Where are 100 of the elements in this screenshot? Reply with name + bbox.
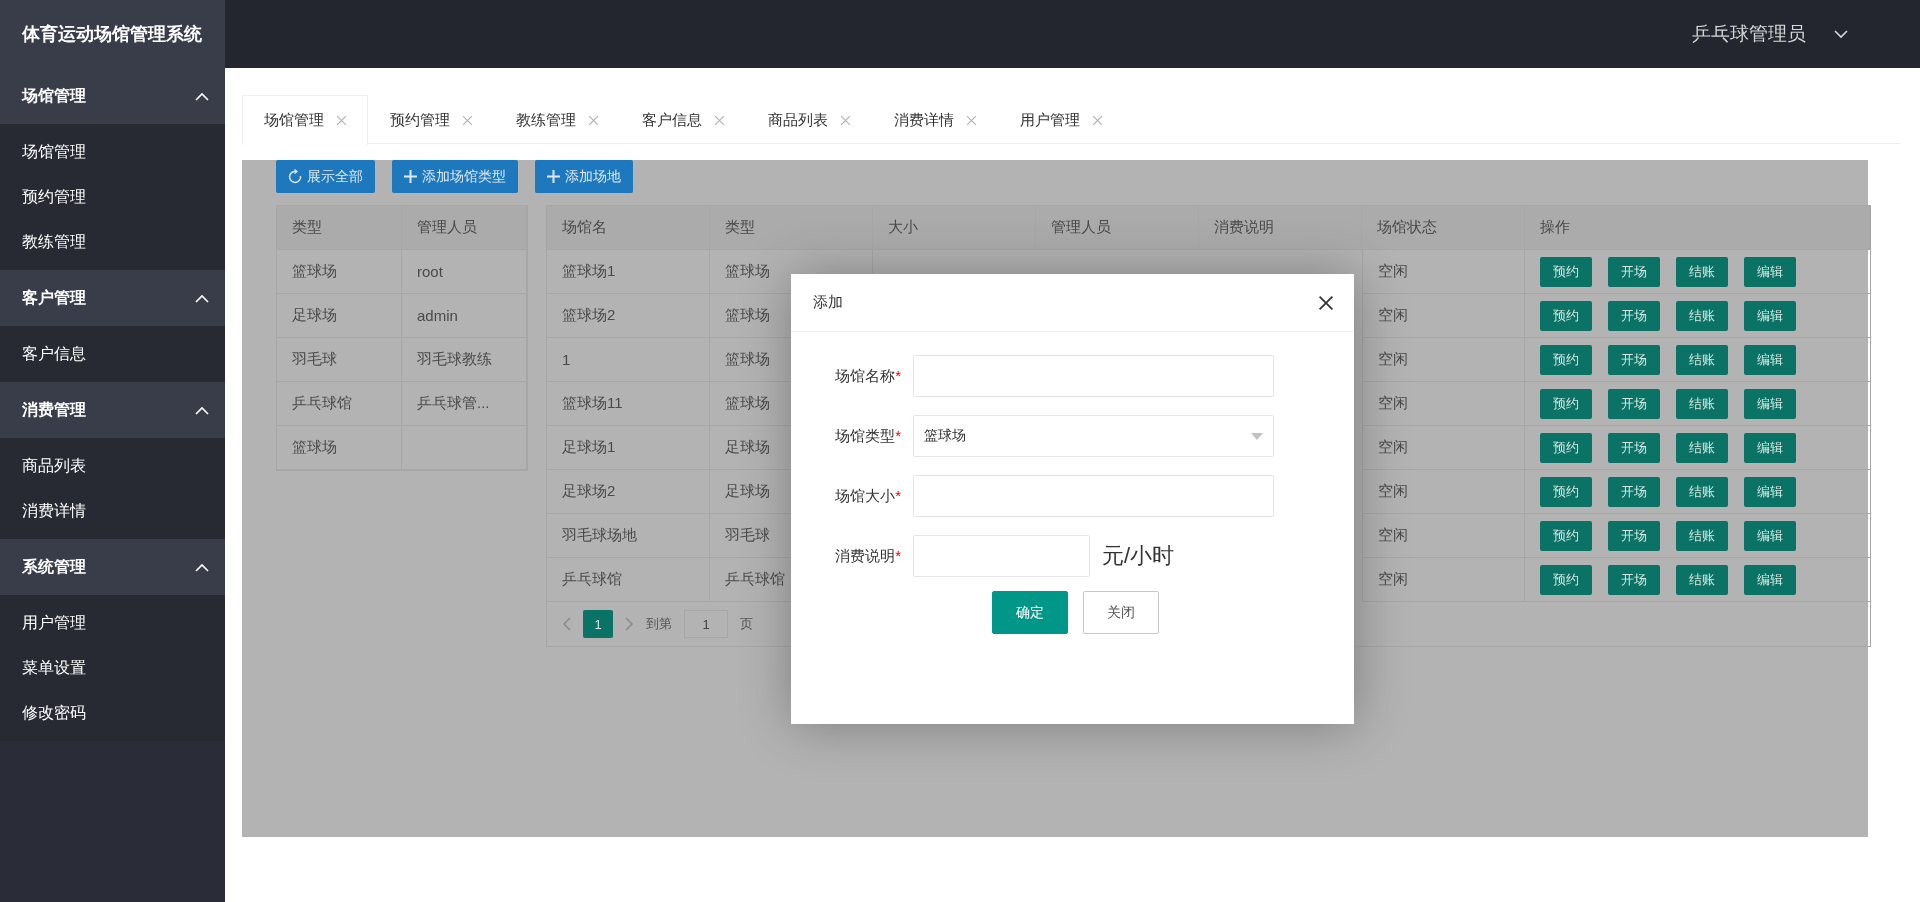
- plus-icon: [404, 170, 417, 183]
- table-cell: 篮球场1: [547, 250, 710, 294]
- action-button[interactable]: 预约: [1540, 564, 1592, 595]
- action-button[interactable]: 编辑: [1744, 256, 1796, 287]
- action-button[interactable]: 编辑: [1744, 432, 1796, 463]
- action-button[interactable]: 编辑: [1744, 300, 1796, 331]
- action-button[interactable]: 预约: [1540, 520, 1592, 551]
- goto-label: 到第: [646, 615, 672, 633]
- page-unit: 页: [740, 615, 753, 633]
- column-header: 操作: [1525, 206, 1870, 250]
- page-input[interactable]: 1: [684, 610, 728, 638]
- close-button[interactable]: [1318, 294, 1334, 311]
- table-cell: 羽毛球: [277, 338, 402, 382]
- input-field[interactable]: [913, 475, 1274, 517]
- tab[interactable]: 客户信息: [620, 95, 746, 144]
- action-button[interactable]: 预约: [1540, 432, 1592, 463]
- toolbar-button[interactable]: 添加场地: [535, 160, 633, 193]
- action-button[interactable]: 编辑: [1744, 476, 1796, 507]
- table-cell: 足球场1: [547, 426, 710, 470]
- sidebar-group[interactable]: 消费管理: [0, 382, 225, 438]
- close-icon[interactable]: [839, 114, 851, 126]
- column-header: 大小: [873, 206, 1036, 250]
- table-cell: 乒乓球馆: [547, 558, 710, 602]
- type-select[interactable]: 篮球场: [913, 415, 1274, 457]
- action-button[interactable]: 结账: [1676, 476, 1728, 507]
- sidebar-item[interactable]: 消费详情: [0, 489, 225, 534]
- sidebar-item[interactable]: 教练管理: [0, 220, 225, 265]
- action-button[interactable]: 结账: [1676, 564, 1728, 595]
- table-cell: 篮球场11: [547, 382, 710, 426]
- tab[interactable]: 教练管理: [494, 95, 620, 144]
- column-header: 消费说明: [1199, 206, 1362, 250]
- table-cell: 空闲: [1362, 558, 1525, 602]
- column-header: 类型: [710, 206, 873, 250]
- action-button[interactable]: 结账: [1676, 256, 1728, 287]
- close-icon[interactable]: [461, 114, 473, 126]
- action-button[interactable]: 结账: [1676, 344, 1728, 375]
- sidebar-item[interactable]: 修改密码: [0, 691, 225, 736]
- sidebar-group[interactable]: 场馆管理: [0, 68, 225, 124]
- close-icon[interactable]: [713, 114, 725, 126]
- close-icon[interactable]: [965, 114, 977, 126]
- close-icon[interactable]: [587, 114, 599, 126]
- action-button[interactable]: 编辑: [1744, 388, 1796, 419]
- chevron-icon: [195, 91, 209, 101]
- sidebar-group[interactable]: 系统管理: [0, 539, 225, 595]
- sidebar-item[interactable]: 预约管理: [0, 175, 225, 220]
- page-number[interactable]: 1: [583, 610, 613, 638]
- table-cell: 乒乓球馆: [277, 382, 402, 426]
- sidebar-item[interactable]: 菜单设置: [0, 646, 225, 691]
- action-button[interactable]: 编辑: [1744, 344, 1796, 375]
- sidebar-group[interactable]: 客户管理: [0, 270, 225, 326]
- tab[interactable]: 场馆管理: [242, 95, 368, 145]
- sidebar-item[interactable]: 商品列表: [0, 444, 225, 489]
- column-header: 管理人员: [1036, 206, 1199, 250]
- app-title: 体育运动场馆管理系统: [0, 0, 225, 68]
- action-button[interactable]: 结账: [1676, 520, 1728, 551]
- refresh-icon: [288, 169, 302, 184]
- input-field[interactable]: [913, 535, 1090, 577]
- sidebar-item[interactable]: 用户管理: [0, 601, 225, 646]
- action-button[interactable]: 结账: [1676, 432, 1728, 463]
- toolbar-button[interactable]: 展示全部: [276, 160, 375, 193]
- close-icon[interactable]: [1091, 114, 1103, 126]
- action-button[interactable]: 开场: [1608, 476, 1660, 507]
- action-button[interactable]: 预约: [1540, 476, 1592, 507]
- action-button[interactable]: 开场: [1608, 344, 1660, 375]
- next-icon[interactable]: [625, 617, 634, 631]
- confirm-button[interactable]: 确定: [991, 591, 1068, 634]
- action-button[interactable]: 开场: [1608, 432, 1660, 463]
- user-name[interactable]: 乒乓球管理员: [1692, 21, 1806, 47]
- action-button[interactable]: 结账: [1676, 300, 1728, 331]
- cancel-button[interactable]: 关闭: [1082, 591, 1159, 634]
- previous-icon[interactable]: [562, 617, 571, 631]
- action-button[interactable]: 预约: [1540, 300, 1592, 331]
- tab[interactable]: 消费详情: [872, 95, 998, 144]
- action-button[interactable]: 开场: [1608, 520, 1660, 551]
- action-button[interactable]: 开场: [1608, 300, 1660, 331]
- toolbar-button[interactable]: 添加场馆类型: [392, 160, 518, 193]
- tab[interactable]: 用户管理: [998, 95, 1124, 144]
- action-button[interactable]: 预约: [1540, 388, 1592, 419]
- table-cell: 空闲: [1362, 470, 1525, 514]
- dialog-title: 添加: [813, 293, 843, 312]
- action-button[interactable]: 编辑: [1744, 520, 1796, 551]
- action-button[interactable]: 开场: [1608, 256, 1660, 287]
- column-header: 管理人员: [402, 206, 527, 250]
- close-icon[interactable]: [335, 115, 347, 126]
- table-cell: 羽毛球场地: [547, 514, 710, 558]
- table-cell: 篮球场2: [547, 294, 710, 338]
- action-button[interactable]: 开场: [1608, 564, 1660, 595]
- action-button[interactable]: 开场: [1608, 388, 1660, 419]
- action-button[interactable]: 预约: [1540, 256, 1592, 287]
- action-button[interactable]: 编辑: [1744, 564, 1796, 595]
- table-cell: root: [402, 250, 527, 294]
- sidebar-item[interactable]: 场馆管理: [0, 130, 225, 175]
- tab[interactable]: 预约管理: [368, 95, 494, 144]
- tab[interactable]: 商品列表: [746, 95, 872, 144]
- table-cell: 空闲: [1362, 338, 1525, 382]
- action-button[interactable]: 预约: [1540, 344, 1592, 375]
- table-cell: 空闲: [1362, 426, 1525, 470]
- action-button[interactable]: 结账: [1676, 388, 1728, 419]
- input-field[interactable]: [913, 355, 1274, 397]
- unit-label: 元/小时: [1102, 542, 1175, 570]
